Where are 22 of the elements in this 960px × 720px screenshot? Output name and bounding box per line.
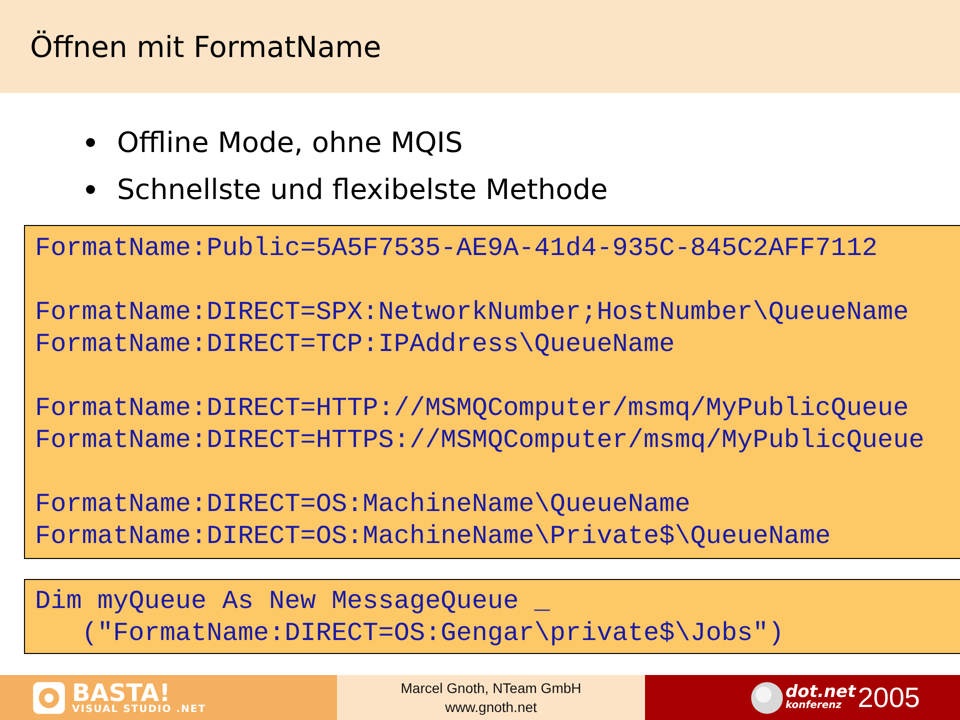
bullet-text: Offline Mode, ohne MQIS xyxy=(117,126,463,159)
code-line: FormatName:DIRECT=SPX:NetworkNumber;HostNumber\QueueName xyxy=(35,296,910,328)
footer-text: Marcel Gnoth, NTeam GmbH xyxy=(400,678,582,698)
code-line: ("FormatName:DIRECT=OS:Gengar\private$\Jobs") xyxy=(80,617,785,649)
bullet-text: Schnellste und flexibelste Methode xyxy=(117,173,608,206)
bullet-icon xyxy=(86,138,95,147)
globe-icon xyxy=(750,680,784,714)
logo-subtitle: konferenz xyxy=(786,701,843,711)
code-line: FormatName:DIRECT=HTTPS://MSMQComputer/msmq/MyPublicQueue xyxy=(35,424,926,456)
logo-text: BASTA! xyxy=(72,680,172,704)
code-line: Dim myQueue As New MessageQueue _ xyxy=(35,585,551,617)
footer-text: www.gnoth.net xyxy=(445,698,537,716)
logo-subtitle: VISUAL STUDIO .NET xyxy=(72,704,206,714)
logo-year: 2005 xyxy=(858,682,920,714)
code-line: FormatName:DIRECT=OS:MachineName\QueueName xyxy=(35,488,692,520)
code-line: FormatName:DIRECT=HTTP://MSMQComputer/msmq/MyPublicQueue xyxy=(35,392,910,424)
bullet-icon xyxy=(86,185,95,194)
code-line: FormatName:Public=5A5F7535-AE9A-41d4-935C-845C2AFF7112 xyxy=(35,232,879,264)
slide-title: Öffnen mit FormatName xyxy=(30,30,382,64)
code-line: FormatName:DIRECT=OS:MachineName\Private$\QueueName xyxy=(35,520,832,552)
logo-text: dot.net xyxy=(786,684,856,701)
code-line: FormatName:DIRECT=TCP:IPAddress\QueueName xyxy=(35,328,676,360)
